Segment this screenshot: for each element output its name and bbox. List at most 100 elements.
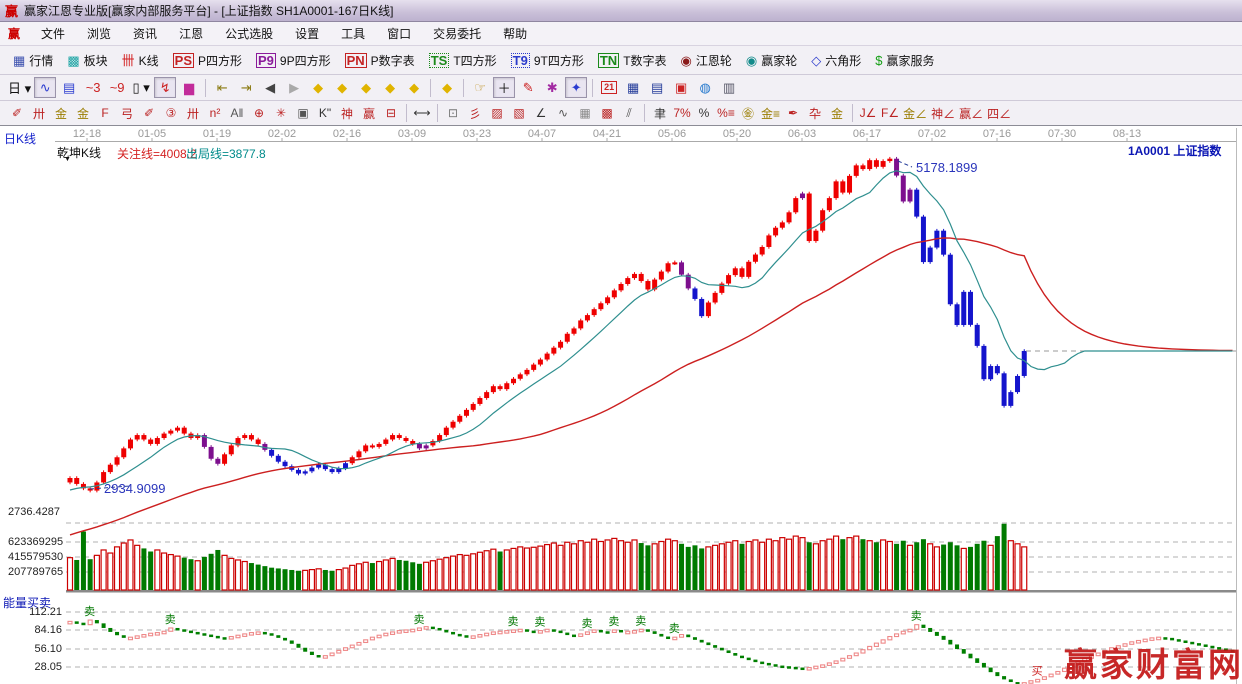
gann-tool-46[interactable]: 四∠ [986, 103, 1012, 124]
icon-tool-7[interactable]: ▆ [178, 77, 200, 98]
menu-3[interactable]: 江恩 [168, 22, 214, 45]
menu-1[interactable]: 浏览 [76, 22, 122, 45]
gann-tool-13[interactable]: ▣ [293, 103, 313, 124]
gann-tool-33[interactable]: % [694, 103, 714, 124]
toolbar-item-p-square[interactable]: PSP四方形 [166, 48, 249, 72]
icon-tool-22[interactable]: ＋ [493, 77, 515, 98]
gann-tool-43[interactable]: 金∠ [902, 103, 928, 124]
gann-tool-3[interactable]: 金 [73, 103, 93, 124]
gann-tool-9[interactable]: n² [205, 103, 225, 124]
gann-tool-14[interactable]: K" [315, 103, 335, 124]
icon-tool-6[interactable]: ↯ [154, 77, 176, 98]
icon-tool-21[interactable]: ☞ [469, 77, 491, 98]
icon-tool-32[interactable]: ▥ [718, 77, 740, 98]
icon-tool-25[interactable]: ✦ [565, 77, 587, 98]
gann-tool-37[interactable]: ✒ [783, 103, 803, 124]
gann-tool-31[interactable]: 聿 [650, 103, 670, 124]
gann-tool-23[interactable]: ▨ [487, 103, 507, 124]
toolbar-item-p-table[interactable]: PNP数字表 [338, 48, 422, 72]
symbol-label[interactable]: 1A0001 上证指数 [1128, 142, 1221, 159]
gann-tool-38[interactable]: 卆 [805, 103, 825, 124]
icon-tool-29[interactable]: ▤ [646, 77, 668, 98]
gann-tool-12[interactable]: ✳ [271, 103, 291, 124]
icon-tool-11[interactable]: ◀ [259, 77, 281, 98]
icon-tool-5[interactable]: ▯ ▾ [130, 77, 152, 98]
menu-4[interactable]: 公式选股 [214, 22, 284, 45]
icon-tool-23[interactable]: ✎ [517, 77, 539, 98]
gann-tool-4[interactable]: F [95, 103, 115, 124]
gann-tool-39[interactable]: 金 [827, 103, 847, 124]
child-window-icon[interactable]: 赢 [8, 25, 20, 42]
icon-tool-15[interactable]: ◆ [355, 77, 377, 98]
gann-tool-42[interactable]: F∠ [880, 103, 900, 124]
toolbar-item-kline[interactable]: 卌K线 [115, 48, 166, 72]
gann-tool-8[interactable]: 卅 [183, 103, 203, 124]
toolbar-item-winner-wheel[interactable]: ◉赢家轮 [739, 48, 804, 72]
overlay-dropdown-icon[interactable]: ▼ [64, 156, 71, 163]
toolbar-item-winner-service[interactable]: $赢家服务 [868, 48, 941, 72]
menu-2[interactable]: 资讯 [122, 22, 168, 45]
gann-tool-44[interactable]: 神∠ [930, 103, 956, 124]
toolbar-item-9t-square[interactable]: T99T四方形 [504, 48, 591, 72]
gann-tool-5[interactable]: 弓 [117, 103, 137, 124]
menu-6[interactable]: 工具 [330, 22, 376, 45]
gann-tool-27[interactable]: ▦ [575, 103, 595, 124]
menu-8[interactable]: 交易委托 [422, 22, 492, 45]
icon-tool-3[interactable]: ~3 [82, 77, 104, 98]
toolbar-item-hexagon[interactable]: ◇六角形 [804, 48, 868, 72]
toolbar-item-9p-square[interactable]: P99P四方形 [249, 48, 338, 72]
gann-tool-2[interactable]: 金 [51, 103, 71, 124]
gann-tool-10[interactable]: A‖ [227, 103, 247, 124]
gann-tool-19[interactable]: ⟷ [412, 103, 432, 124]
icon-tool-9[interactable]: ⇤ [211, 77, 233, 98]
toolbar-item-sectors[interactable]: ▩板块 [60, 48, 114, 72]
menu-0[interactable]: 文件 [30, 22, 76, 45]
icon-tool-17[interactable]: ◆ [403, 77, 425, 98]
icon-tool-19[interactable]: ◆ [436, 77, 458, 98]
oscillator-bar [753, 660, 757, 663]
icon-tool-2[interactable]: ▤ [58, 77, 80, 98]
icon-tool-4[interactable]: ~9 [106, 77, 128, 98]
menu-5[interactable]: 设置 [284, 22, 330, 45]
toolbar-item-t-table[interactable]: TNT数字表 [591, 48, 674, 72]
icon-tool-24[interactable]: ✱ [541, 77, 563, 98]
gann-tool-11[interactable]: ⊕ [249, 103, 269, 124]
icon-tool-27[interactable]: 21 [598, 77, 620, 98]
gann-tool-17[interactable]: ⊟ [381, 103, 401, 124]
icon-tool-12[interactable]: ▶ [283, 77, 305, 98]
gann-tool-7[interactable]: ③ [161, 103, 181, 124]
toolbar-item-gann-wheel[interactable]: ◉江恩轮 [674, 48, 739, 72]
gann-tool-25[interactable]: ∠ [531, 103, 551, 124]
gann-tool-16[interactable]: 赢 [359, 103, 379, 124]
menu-9[interactable]: 帮助 [492, 22, 538, 45]
gann-tool-45[interactable]: 赢∠ [958, 103, 984, 124]
gann-tool-28[interactable]: ▩ [597, 103, 617, 124]
icon-tool-31[interactable]: ◍ [694, 77, 716, 98]
gann-tool-32[interactable]: 7% [672, 103, 692, 124]
icon-tool-13[interactable]: ◆ [307, 77, 329, 98]
icon-tool-1[interactable]: ∿ [34, 77, 56, 98]
gann-tool-34[interactable]: %≡ [716, 103, 736, 124]
icon-tool-16[interactable]: ◆ [379, 77, 401, 98]
menu-7[interactable]: 窗口 [376, 22, 422, 45]
toolbar-item-t-square[interactable]: TST四方形 [422, 48, 504, 72]
icon-tool-10[interactable]: ⇥ [235, 77, 257, 98]
toolbar-item-quotes[interactable]: ▦行情 [6, 48, 60, 72]
gann-tool-0[interactable]: ✐ [7, 103, 27, 124]
gann-tool-26[interactable]: ∿ [553, 103, 573, 124]
gann-tool-36[interactable]: 金≡ [760, 103, 781, 124]
gann-tool-21[interactable]: ⊡ [443, 103, 463, 124]
icon-tool-30[interactable]: ▣ [670, 77, 692, 98]
gann-tool-41[interactable]: J∠ [858, 103, 878, 124]
icon-tool-28[interactable]: ▦ [622, 77, 644, 98]
gann-tool-1[interactable]: 卅 [29, 103, 49, 124]
icon-tool-0[interactable]: 日 ▾ [7, 77, 32, 98]
gann-tool-29[interactable]: ⫽ [619, 103, 639, 124]
gann-tool-24[interactable]: ▧ [509, 103, 529, 124]
icon-tool-14[interactable]: ◆ [331, 77, 353, 98]
gann-tool-15[interactable]: 神 [337, 103, 357, 124]
period-label[interactable]: 日K线 [4, 130, 36, 147]
gann-tool-35[interactable]: ㊎ [738, 103, 758, 124]
gann-tool-22[interactable]: 彡 [465, 103, 485, 124]
gann-tool-6[interactable]: ✐ [139, 103, 159, 124]
